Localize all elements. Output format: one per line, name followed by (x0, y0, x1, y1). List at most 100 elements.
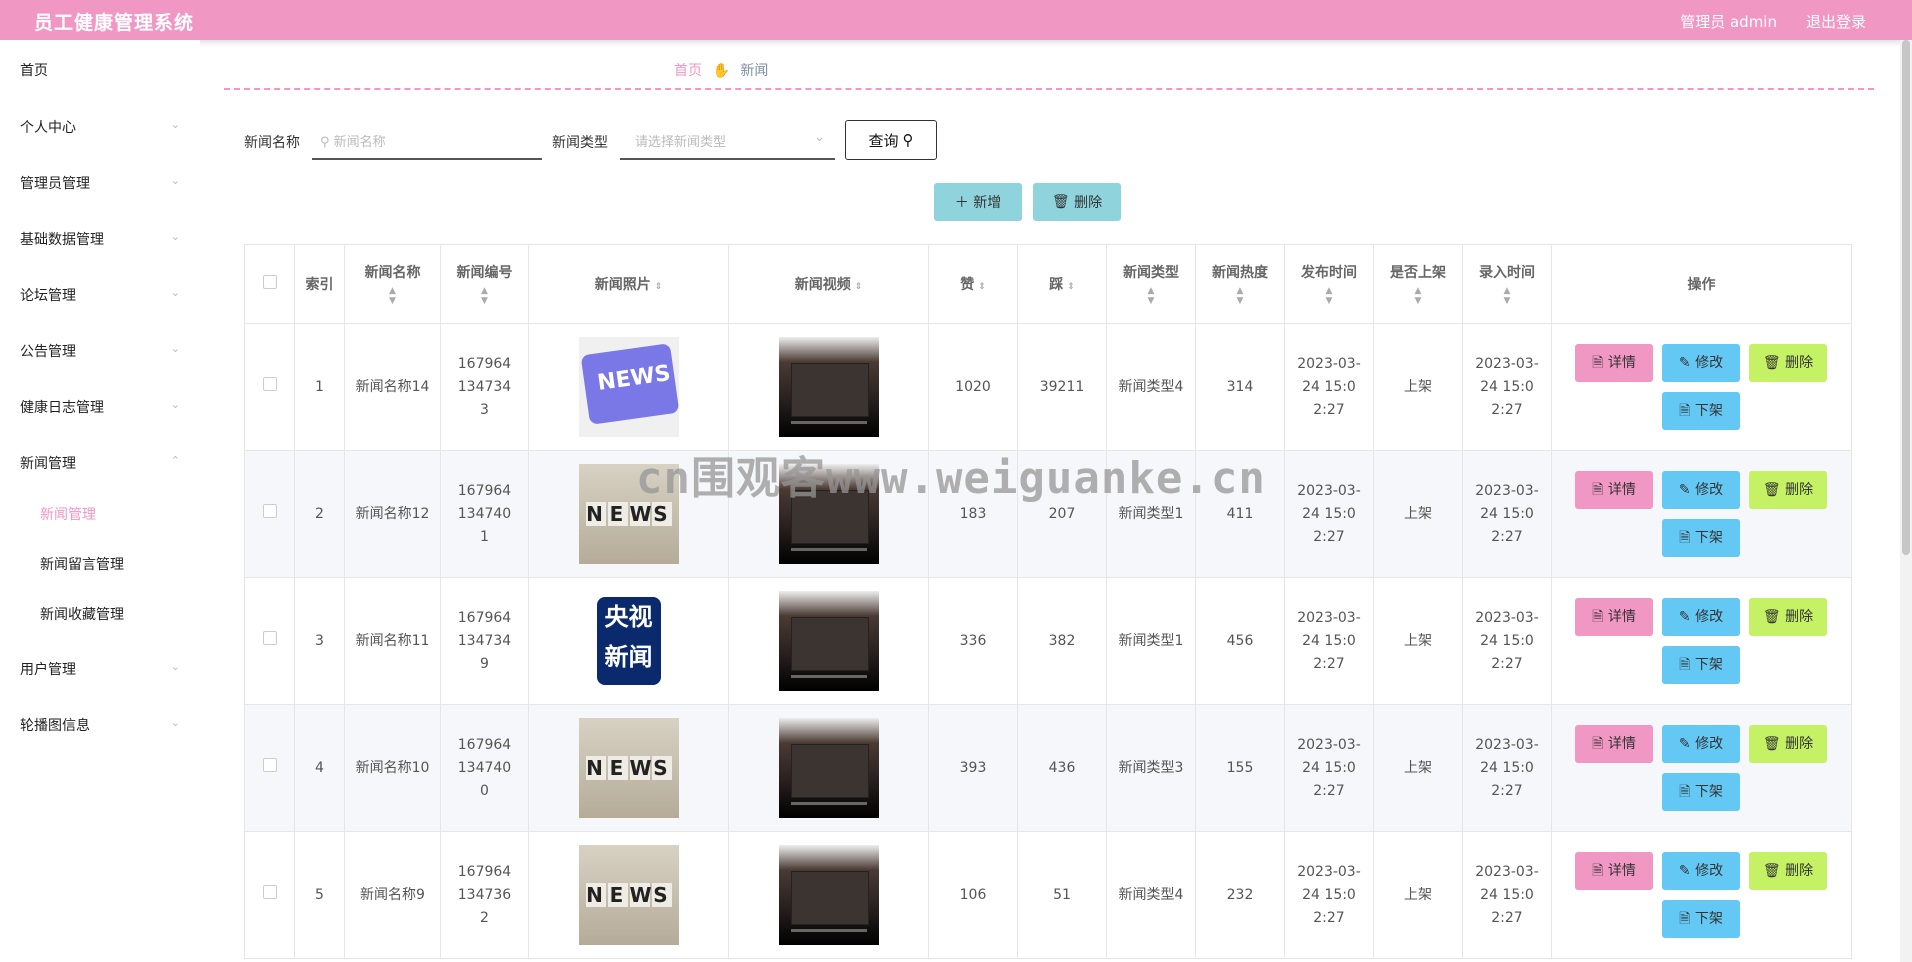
sidebar-item-news[interactable]: 新闻管理 ⌃ (20, 453, 180, 473)
news-type-select[interactable]: 请选择新闻类型 ⌄ (620, 123, 835, 160)
video-progress-bar[interactable] (790, 548, 867, 551)
detail-button[interactable]: 🗎 详情 (1575, 598, 1653, 636)
chevron-down-icon: ⌄ (170, 174, 180, 187)
plus-icon: ＋ (954, 195, 969, 211)
sidebar-subitem-news-comments[interactable]: 新闻留言管理 (40, 554, 124, 574)
delete-button[interactable]: 🗑 删除 (1749, 471, 1827, 509)
sidebar-item-forum[interactable]: 论坛管理 ⌄ (20, 285, 180, 305)
sidebar-item-notice[interactable]: 公告管理 ⌄ (20, 341, 180, 361)
col-header-dislikes[interactable]: 踩 ⇕ (1017, 244, 1107, 324)
row-select-cell[interactable] (244, 577, 295, 705)
col-header-on-shelf[interactable]: 是否上架 ▲ ▼ (1373, 244, 1463, 324)
sort-icon[interactable]: ▲ ▼ (1286, 286, 1373, 306)
news-video-player[interactable] (778, 337, 879, 437)
row-checkbox[interactable] (262, 630, 277, 645)
col-header-type[interactable]: 新闻类型 ▲ ▼ (1106, 244, 1196, 324)
query-button[interactable]: 查询 ⚲ (845, 120, 937, 160)
edit-button[interactable]: ✎ 修改 (1662, 344, 1740, 382)
off-shelf-button[interactable]: 🗎 下架 (1662, 900, 1740, 938)
col-header-publish-time[interactable]: 发布时间 ▲ ▼ (1284, 244, 1374, 324)
col-header-photo[interactable]: 新闻照片 ⇕ (528, 244, 729, 324)
sort-icon[interactable]: ⇕ (1067, 282, 1075, 292)
breadcrumb-home[interactable]: 首页 (674, 63, 702, 79)
edit-button[interactable]: ✎ 修改 (1662, 598, 1740, 636)
video-progress-bar[interactable] (790, 802, 867, 805)
detail-button[interactable]: 🗎 详情 (1575, 344, 1653, 382)
delete-button[interactable]: 🗑 删除 (1749, 344, 1827, 382)
sort-icon[interactable]: ▲ ▼ (346, 286, 440, 306)
select-all-checkbox[interactable] (262, 275, 277, 289)
row-checkbox[interactable] (262, 884, 277, 899)
sort-icon[interactable]: ▲ ▼ (1464, 286, 1551, 306)
sidebar-item-basic-data[interactable]: 基础数据管理 ⌄ (20, 229, 180, 249)
video-progress-bar[interactable] (790, 675, 867, 678)
row-checkbox[interactable] (262, 503, 277, 518)
col-header-likes[interactable]: 赞 ⇕ (928, 244, 1018, 324)
sort-icon[interactable]: ▲ ▼ (1197, 286, 1284, 306)
sidebar-item-label: 基础数据管理 (20, 232, 104, 248)
detail-button[interactable]: 🗎 详情 (1575, 725, 1653, 763)
edit-button[interactable]: ✎ 修改 (1662, 852, 1740, 890)
sidebar-item-carousel[interactable]: 轮播图信息 ⌄ (20, 715, 180, 735)
cell-name: 新闻名称9 (344, 831, 441, 959)
row-select-cell[interactable] (244, 831, 295, 959)
sidebar-subitem-news-management[interactable]: 新闻管理 (40, 504, 96, 524)
row-checkbox[interactable] (262, 757, 277, 772)
news-photo-image[interactable]: NEWS (578, 718, 679, 818)
bulk-delete-button[interactable]: 🗑 删除 (1033, 183, 1121, 221)
row-checkbox[interactable] (262, 376, 277, 391)
delete-button[interactable]: 🗑 删除 (1749, 852, 1827, 890)
bulk-delete-label: 删除 (1074, 195, 1103, 211)
select-all-cell[interactable] (244, 244, 295, 324)
video-progress-bar[interactable] (790, 421, 867, 424)
scrollbar-thumb[interactable] (1902, 40, 1910, 555)
cell-video (728, 831, 929, 959)
detail-button[interactable]: 🗎 详情 (1575, 852, 1653, 890)
sidebar-item-label: 用户管理 (20, 662, 76, 678)
col-header-entry-time[interactable]: 录入时间 ▲ ▼ (1462, 244, 1552, 324)
add-button[interactable]: ＋ 新增 (934, 183, 1022, 221)
news-video-player[interactable] (778, 591, 879, 691)
news-photo-image[interactable]: NEWS (578, 845, 679, 945)
sidebar-subitem-news-favorites[interactable]: 新闻收藏管理 (40, 604, 124, 624)
sort-icon[interactable]: ▲ ▼ (442, 286, 528, 306)
news-photo-image[interactable]: 央视 新闻 (578, 591, 679, 691)
sort-icon[interactable]: ⇕ (855, 282, 863, 292)
sort-icon[interactable]: ▲ ▼ (1108, 286, 1195, 306)
sort-icon[interactable]: ⇕ (655, 282, 663, 292)
row-select-cell[interactable] (244, 450, 295, 578)
sort-icon[interactable]: ▲ ▼ (1375, 286, 1462, 306)
edit-button[interactable]: ✎ 修改 (1662, 471, 1740, 509)
sort-icon[interactable]: ⇕ (978, 282, 986, 292)
row-select-cell[interactable] (244, 323, 295, 451)
news-photo-image[interactable]: NEWS (578, 337, 679, 437)
sidebar-item-home[interactable]: 首页 (20, 60, 180, 80)
document-icon: 🗎 (1592, 481, 1604, 498)
sidebar-item-health-log[interactable]: 健康日志管理 ⌄ (20, 397, 180, 417)
sidebar-item-users[interactable]: 用户管理 ⌄ (20, 659, 180, 679)
off-shelf-button[interactable]: 🗎 下架 (1662, 773, 1740, 811)
sidebar-item-label: 个人中心 (20, 120, 76, 136)
delete-button[interactable]: 🗑 删除 (1749, 725, 1827, 763)
logout-link[interactable]: 退出登录 (1806, 11, 1866, 32)
cell-actions: 🗎 详情 ✎ 修改 🗑 删除 🗎 下架 (1551, 704, 1852, 832)
off-shelf-button[interactable]: 🗎 下架 (1662, 646, 1740, 684)
news-video-player[interactable] (778, 718, 879, 818)
col-header-name[interactable]: 新闻名称 ▲ ▼ (344, 244, 441, 324)
news-video-player[interactable] (778, 845, 879, 945)
col-header-code[interactable]: 新闻编号 ▲ ▼ (440, 244, 529, 324)
news-name-input[interactable]: ⚲ 新闻名称 (312, 123, 542, 160)
sidebar-item-personal-center[interactable]: 个人中心 ⌄ (20, 117, 180, 137)
off-shelf-button[interactable]: 🗎 下架 (1662, 519, 1740, 557)
cell-code: 1679641347362 (440, 831, 529, 959)
cell-code: 1679641347400 (440, 704, 529, 832)
edit-button[interactable]: ✎ 修改 (1662, 725, 1740, 763)
sidebar-item-admin-management[interactable]: 管理员管理 ⌄ (20, 173, 180, 193)
delete-button[interactable]: 🗑 删除 (1749, 598, 1827, 636)
video-progress-bar[interactable] (790, 929, 867, 932)
col-header-heat[interactable]: 新闻热度 ▲ ▼ (1195, 244, 1285, 324)
off-shelf-button[interactable]: 🗎 下架 (1662, 392, 1740, 430)
col-header-video[interactable]: 新闻视频 ⇕ (728, 244, 929, 324)
row-select-cell[interactable] (244, 704, 295, 832)
detail-button[interactable]: 🗎 详情 (1575, 471, 1653, 509)
